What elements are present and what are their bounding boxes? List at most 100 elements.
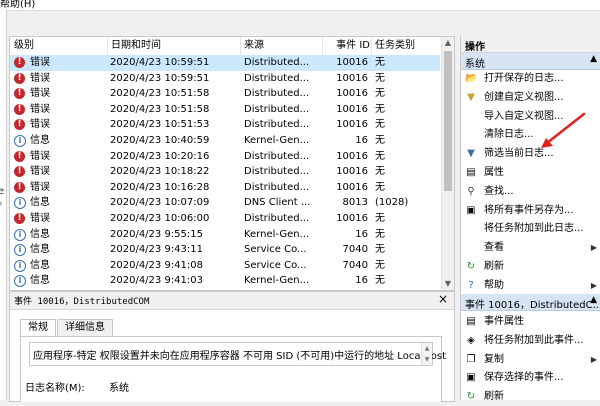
cell-event-id: 10016	[336, 119, 368, 131]
cell-datetime: 2020/4/23 9:41:08	[110, 259, 204, 271]
tab-general[interactable]: 常规	[20, 319, 56, 337]
section-system-label: 系统	[465, 59, 485, 70]
action-item[interactable]: 将任务附加到此日志...	[461, 220, 600, 238]
cell-task: (1028)	[375, 197, 409, 209]
action-label: 将任务附加到此日志...	[484, 223, 584, 235]
col-level[interactable]: 级别	[14, 37, 104, 55]
action-item[interactable]: 查看 ▶	[461, 239, 600, 257]
menu-help[interactable]: 帮助(H)	[0, 0, 35, 10]
menu-bar: 帮助(H)	[0, 0, 600, 11]
table-row[interactable]: i 信息 2020/4/23 9:41:08 Service Co... 7040 无	[10, 258, 440, 274]
cell-level: 信息	[30, 135, 50, 146]
cell-event-id: 10016	[336, 166, 368, 178]
action-item[interactable]: ◈ 将任务附加到此事件...	[461, 332, 600, 350]
table-row[interactable]: i 信息 2020/4/23 9:43:11 Service Co... 7040 无	[10, 242, 440, 258]
table-row[interactable]: ! 错误 2020/4/23 10:20:16 Distributed... 10016…	[10, 149, 440, 165]
cell-datetime: 2020/4/23 9:43:11	[110, 244, 204, 256]
blank-icon	[465, 242, 477, 254]
message-scrollbar[interactable]: ▲ ▼	[421, 343, 432, 365]
action-label: 打开保存的日志...	[484, 73, 564, 84]
action-item[interactable]: ? 帮助 ▶	[461, 277, 600, 295]
action-label: 创建自定义视图...	[484, 91, 564, 103]
cell-datetime: 2020/4/23 9:55:15	[110, 228, 204, 240]
action-item[interactable]: ❐ 复制 ▶	[461, 351, 600, 369]
collapse-icon[interactable]: ▲	[590, 295, 597, 305]
cell-task: 无	[375, 103, 385, 115]
action-item[interactable]: ▼ 创建自定义视图...	[461, 89, 600, 107]
cell-datetime: 2020/4/23 10:51:53	[110, 119, 210, 131]
table-row[interactable]: ! 错误 2020/4/23 10:59:51 Distributed... 10016…	[10, 71, 440, 87]
col-datetime[interactable]: 日期和时间	[107, 37, 239, 55]
action-item[interactable]: 清除日志...	[461, 126, 600, 144]
cell-event-id: 10016	[336, 72, 368, 84]
submenu-arrow-icon: ▶	[590, 354, 597, 364]
properties-icon: ▤	[466, 167, 476, 178]
table-row[interactable]: ! 错误 2020/4/23 10:18:22 Distributed... 10016…	[10, 164, 440, 180]
table-row[interactable]: ! 错误 2020/4/23 10:51:58 Distributed... 10016…	[10, 86, 440, 102]
event-message-box[interactable]: 应用程序-特定 权限设置并未向在应用程序容器 不可用 SID (不可用)中运行的…	[29, 342, 446, 366]
log-name-value: 系统	[109, 383, 129, 394]
table-row[interactable]: ! 错误 2020/4/23 10:06:00 Distributed... 10016…	[10, 211, 440, 227]
cell-level: 信息	[30, 197, 50, 209]
submenu-arrow-icon: ▶	[590, 243, 597, 253]
cell-datetime: 2020/4/23 10:18:22	[110, 166, 210, 178]
action-item[interactable]: ▤ 属性	[461, 164, 600, 182]
table-row[interactable]: i 信息 2020/4/23 10:40:59 Kernel-Gen... 16 无	[10, 133, 440, 149]
cell-level: 错误	[30, 150, 50, 162]
action-label: 将所有事件另存为...	[484, 204, 574, 216]
action-item[interactable]: ▤ 事件属性	[461, 313, 600, 331]
action-item[interactable]: ↻ 刷新	[461, 388, 600, 406]
cell-source: DNS Client ...	[244, 197, 311, 209]
table-row[interactable]: ! 错误 2020/4/23 10:16:28 Distributed... 10016…	[10, 180, 440, 196]
table-row[interactable]: ! 错误 2020/4/23 10:51:58 Distributed... 10016…	[10, 102, 440, 118]
table-row[interactable]: i 信息 2020/4/23 9:41:03 Kernel-Gen... 16 无	[10, 273, 440, 289]
action-item[interactable]: ▼ 筛选当前日志...	[461, 145, 600, 163]
action-item[interactable]: ↻ 刷新	[461, 258, 600, 276]
action-label: 复制	[484, 353, 504, 365]
scroll-thumb[interactable]	[444, 51, 452, 191]
cell-level: 错误	[30, 213, 50, 224]
cell-source: Distributed...	[244, 103, 310, 115]
actions-header-label: 操作	[465, 42, 485, 53]
event-list-scrollbar[interactable]: ▲ ▼	[441, 37, 454, 290]
table-row[interactable]: i 信息 2020/4/23 9:55:15 Kernel-Gen... 16 无	[10, 227, 440, 243]
event-detail-pane: 事件 10016，DistributedCOM × 常规 详细信息 应用程序-特…	[9, 291, 455, 402]
error-icon: !	[14, 213, 25, 224]
action-label: 事件属性	[484, 316, 524, 327]
action-item[interactable]: ▣ 保存选择的事件...	[461, 369, 600, 387]
cell-task: 无	[375, 228, 385, 240]
table-row[interactable]: ! 错误 2020/4/23 10:51:53 Distributed... 10016…	[10, 117, 440, 133]
scroll-up-icon[interactable]: ▲	[442, 37, 454, 49]
tab-details[interactable]: 详细信息	[57, 319, 113, 336]
actions-section-system[interactable]: 系统 ▲	[461, 53, 600, 70]
table-row[interactable]: i 信息 2020/4/23 10:07:09 DNS Client ... 8013 (…	[10, 195, 440, 211]
scroll-down-icon[interactable]: ▼	[442, 278, 454, 290]
info-icon: i	[14, 244, 26, 257]
action-item[interactable]: 📂 打开保存的日志...	[461, 70, 600, 88]
cell-source: Kernel-Gen...	[244, 228, 310, 240]
error-icon: !	[14, 88, 25, 100]
action-item[interactable]: ⚲ 查找...	[461, 183, 600, 201]
col-task[interactable]: 任务类别	[371, 37, 441, 55]
submenu-arrow-icon: ▶	[590, 280, 597, 290]
cell-task: 无	[375, 88, 385, 100]
cell-task: 无	[375, 72, 385, 84]
cell-source: Kernel-Gen...	[244, 135, 310, 146]
cell-source: Distributed...	[244, 181, 310, 193]
copy-icon: ❐	[466, 353, 476, 365]
action-label: 查找...	[484, 185, 514, 197]
close-icon[interactable]: ×	[438, 292, 448, 306]
action-item[interactable]: 导入自定义视图...	[461, 108, 600, 126]
info-icon: i	[14, 197, 26, 210]
pane-splitter[interactable]	[455, 36, 459, 400]
info-icon: i	[14, 275, 26, 288]
col-source[interactable]: 来源	[240, 37, 324, 55]
actions-section-event[interactable]: 事件 10016，DistributedC... ▲	[461, 294, 600, 311]
action-item[interactable]: ▣ 将所有事件另存为...	[461, 202, 600, 220]
cell-event-id: 10016	[336, 103, 368, 115]
col-event-id[interactable]: 事件 ID	[322, 37, 374, 55]
cell-event-id: 10016	[336, 181, 368, 193]
collapse-icon[interactable]: ▲	[590, 54, 597, 64]
table-row[interactable]: ! 错误 2020/4/23 10:59:51 Distributed... 10016…	[10, 55, 440, 71]
cell-task: 无	[375, 135, 385, 146]
